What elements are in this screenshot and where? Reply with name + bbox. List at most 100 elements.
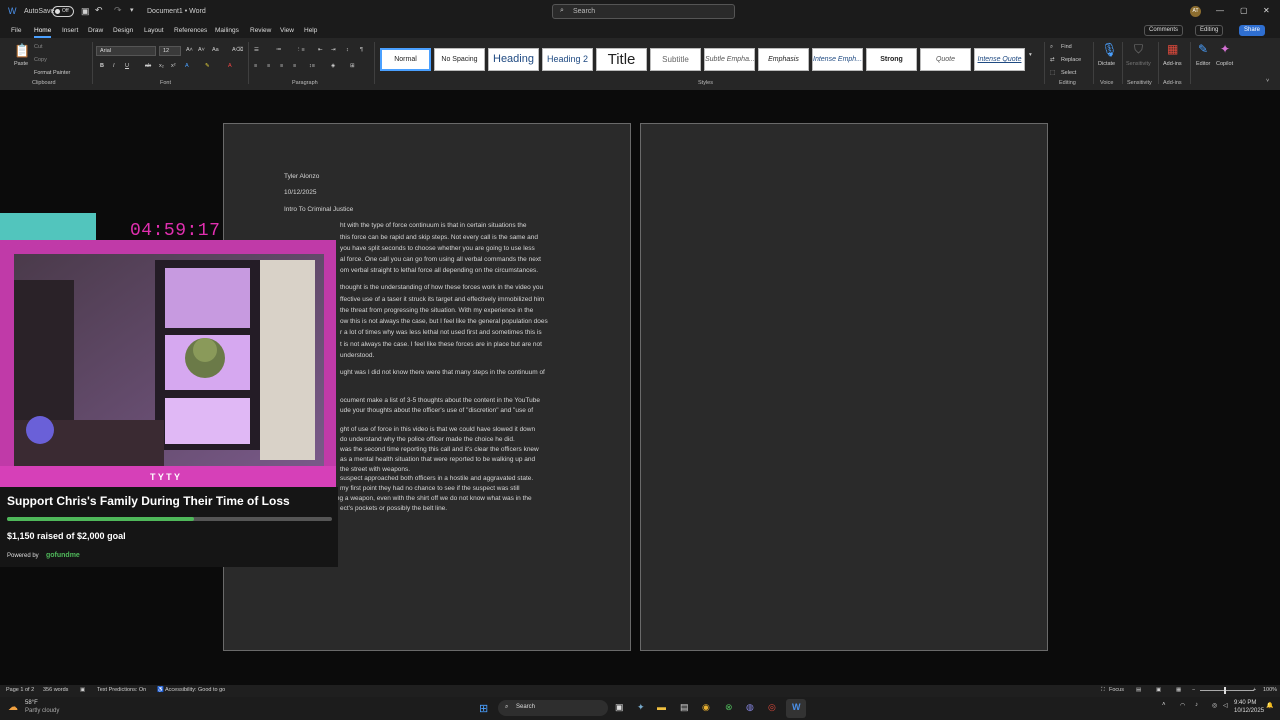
zoom-level[interactable]: 100% [1263,687,1277,693]
styles-more-icon[interactable]: ▾ [1029,52,1032,58]
web-layout-icon[interactable]: ▦ [1176,687,1181,693]
paste-label[interactable]: Paste [14,61,28,67]
read-mode-icon[interactable]: ▤ [1136,687,1141,693]
highlight-icon[interactable]: ✎ [205,63,210,69]
microphone-icon[interactable]: 🎙 [1101,42,1118,58]
style-intense-emphasis[interactable]: Intense Emph... [812,48,863,71]
zoom-in-icon[interactable]: + [1253,687,1256,693]
customize-qat-icon[interactable]: ▾ [130,6,134,14]
replace-button[interactable]: Replace [1061,57,1081,63]
align-left-icon[interactable]: ≡ [254,63,257,69]
tab-references[interactable]: References [174,27,207,34]
word-taskbar-button[interactable]: W [786,699,806,718]
line-spacing-icon[interactable]: ↕≡ [309,63,315,69]
avatar[interactable]: AT [1190,6,1201,17]
zoom-slider-thumb[interactable] [1224,687,1226,694]
notifications-icon[interactable]: 🔔 [1266,702,1273,709]
format-painter-button[interactable]: Format Painter [34,70,70,76]
accessibility-status[interactable]: Accessibility: Good to go [165,687,225,693]
tab-home[interactable]: Home [34,27,52,38]
text-effects-icon[interactable]: A [185,63,189,69]
text-predictions-status[interactable]: Text Predictions: On [97,687,146,693]
comments-button[interactable]: Comments [1144,25,1184,36]
weather-icon[interactable]: ☁ [8,702,18,713]
subscript-icon[interactable]: x₂ [159,63,164,69]
sensitivity-button[interactable]: Sensitivity [1126,61,1151,67]
superscript-icon[interactable]: x² [171,63,176,69]
sort-icon[interactable]: ↕ [346,47,349,53]
bold-icon[interactable]: B [100,63,104,69]
share-button[interactable]: Share [1239,25,1266,36]
font-color-icon[interactable]: A [228,63,232,69]
select-button[interactable]: Select [1061,70,1076,76]
tab-insert[interactable]: Insert [62,27,78,34]
maximize-icon[interactable]: ▢ [1240,6,1248,15]
page-count[interactable]: Page 1 of 2 [6,687,34,693]
copilot-button[interactable]: Copilot [1216,61,1233,67]
style-intense-quote[interactable]: Intense Quote [974,48,1025,71]
tab-view[interactable]: View [280,27,294,34]
chrome-icon[interactable]: ◉ [702,702,710,713]
increase-indent-icon[interactable]: ⇥ [331,47,336,53]
paste-icon[interactable]: 📋 [14,43,30,59]
tab-layout[interactable]: Layout [144,27,164,34]
shading-icon[interactable]: ◈ [331,63,335,69]
undo-icon[interactable]: ↶ [95,5,103,16]
font-size-select[interactable]: 12 [159,46,181,56]
multilevel-list-icon[interactable]: ⋮≡ [296,47,305,53]
align-center-icon[interactable]: ≡ [267,63,270,69]
addins-button[interactable]: Add-ins [1163,61,1182,67]
mic-tray-icon[interactable]: ♪ [1195,702,1198,708]
addins-icon[interactable]: ▦ [1167,42,1178,56]
find-icon[interactable]: ⌕ [1050,44,1053,51]
task-view-icon[interactable]: ▣ [615,702,624,713]
copilot-icon[interactable]: ✦ [1220,42,1230,56]
zoom-out-icon[interactable]: − [1192,687,1195,693]
style-strong[interactable]: Strong [866,48,917,71]
redo-icon[interactable]: ↷ [114,5,122,16]
network-icon[interactable]: ◠ [1180,702,1185,709]
editor-button[interactable]: Editor [1196,61,1210,67]
tab-review[interactable]: Review [250,27,271,34]
print-layout-icon[interactable]: ▣ [1156,687,1161,693]
discord-icon[interactable]: ◍ [746,702,754,713]
style-emphasis[interactable]: Emphasis [758,48,809,71]
file-explorer-icon[interactable]: ▬ [657,702,666,712]
editing-mode-button[interactable]: Editing [1195,25,1224,36]
tray-overflow-icon[interactable]: ˄ [1162,702,1166,708]
store-icon[interactable]: ▤ [680,702,689,713]
copy-button[interactable]: Copy [34,57,47,63]
style-title[interactable]: Title [596,48,647,71]
weather-desc[interactable]: Partly cloudy [25,708,59,714]
select-icon[interactable]: ⬚ [1050,70,1055,76]
style-heading-1[interactable]: Heading [488,48,539,71]
weather-temp[interactable]: 58°F [25,700,38,706]
wifi-icon[interactable]: ◎ [1212,702,1217,709]
tab-help[interactable]: Help [304,27,317,34]
copilot-taskbar-icon[interactable]: ✦ [637,702,645,713]
document-page-2[interactable] [640,123,1048,651]
font-name-select[interactable]: Arial [96,46,156,56]
shrink-font-icon[interactable]: A˅ [198,47,205,53]
decrease-indent-icon[interactable]: ⇤ [318,47,323,53]
close-icon[interactable]: ✕ [1263,6,1270,15]
collapse-ribbon-icon[interactable]: ˅ [1266,78,1269,84]
taskbar-search[interactable]: ⌕ Search [498,700,608,716]
tab-file[interactable]: File [11,27,21,34]
dictate-button[interactable]: Dictate [1098,61,1115,67]
editor-icon[interactable]: ✎ [1198,42,1208,56]
bullets-icon[interactable]: ☰ [254,47,259,53]
clock-date[interactable]: 10/12/2025 [1234,708,1264,714]
justify-icon[interactable]: ≡ [293,63,296,69]
grow-font-icon[interactable]: A˄ [186,47,193,53]
change-case-icon[interactable]: Aa [212,47,219,53]
word-count[interactable]: 356 words [43,687,68,693]
focus-button[interactable]: Focus [1109,687,1124,693]
strikethrough-icon[interactable]: ab [145,63,151,69]
tab-design[interactable]: Design [113,27,133,34]
clock-time[interactable]: 9:40 PM [1234,700,1256,706]
replace-icon[interactable]: ⇄ [1050,57,1055,63]
underline-icon[interactable]: U [125,63,129,69]
show-marks-icon[interactable]: ¶ [360,47,363,53]
style-subtle-emphasis[interactable]: Subtle Empha... [704,48,755,71]
